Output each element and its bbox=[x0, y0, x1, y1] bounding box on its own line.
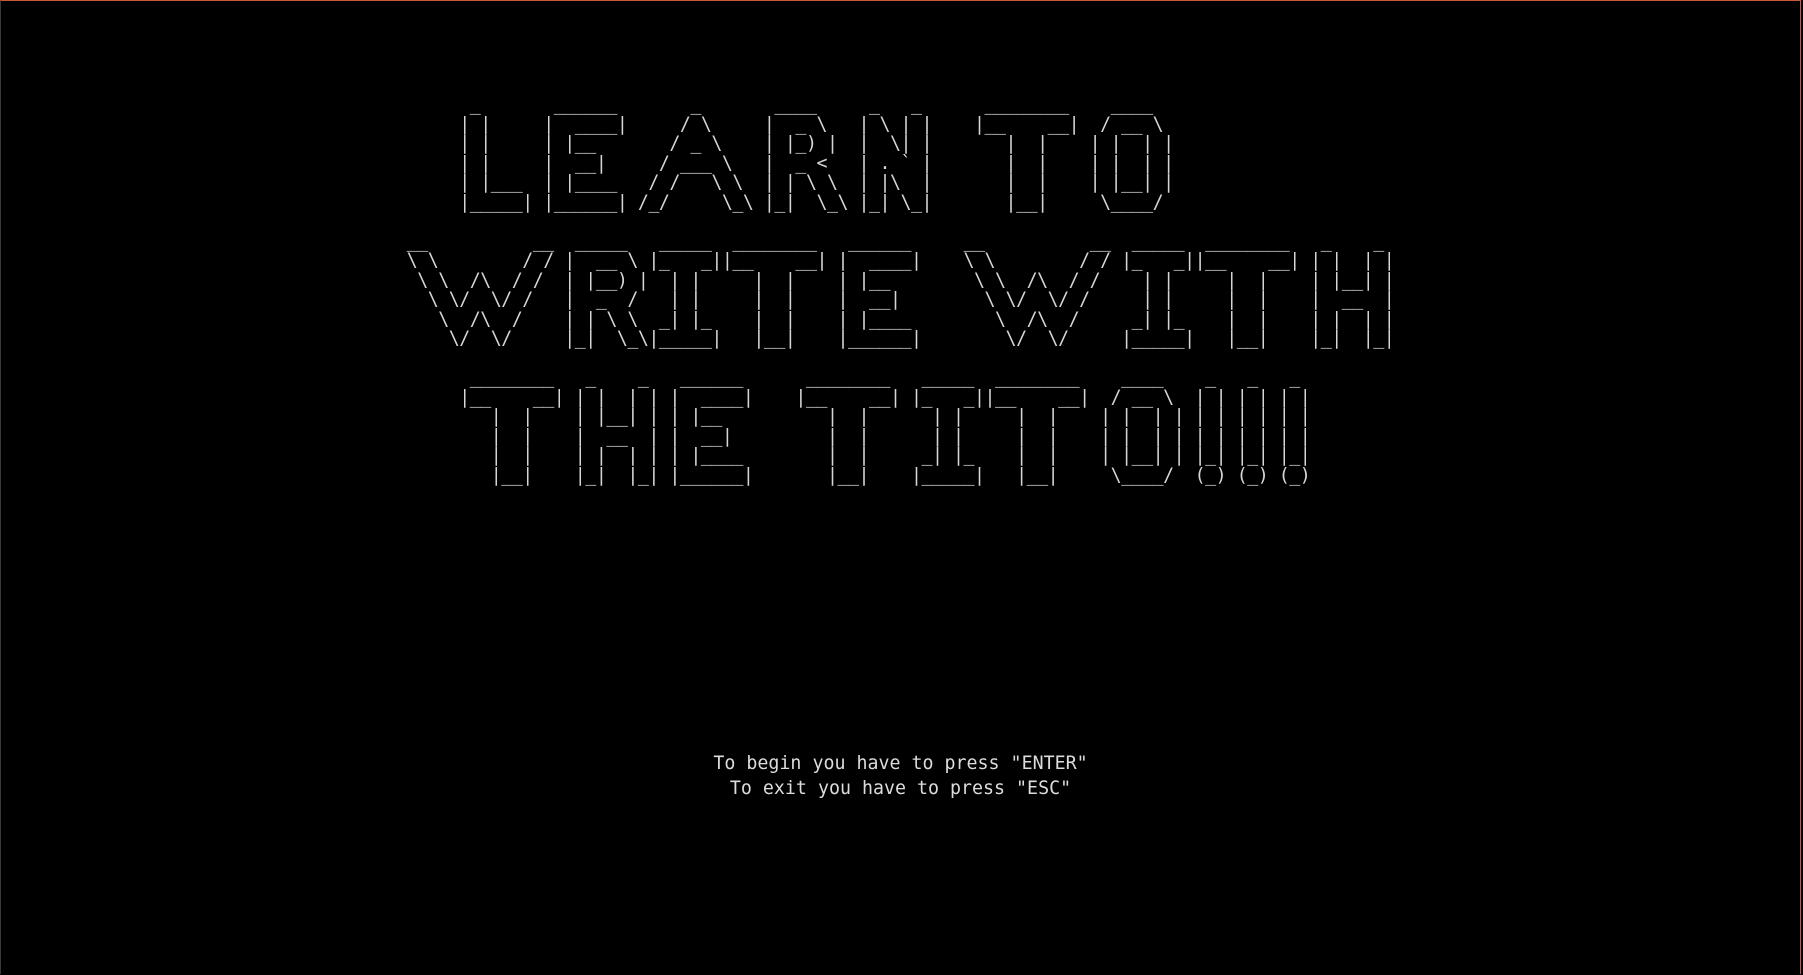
exit-instruction: To exit you have to press "ESC" bbox=[729, 778, 1072, 799]
console-window: _ ______ _ ____ _ _ ________ ____ | | | … bbox=[0, 0, 1801, 974]
instructions: To begin you have to press "ENTER" To ex… bbox=[1, 751, 1800, 801]
begin-instruction: To begin you have to press "ENTER" bbox=[713, 753, 1088, 774]
ascii-title-art: _ ______ _ ____ _ _ ________ ____ | | | … bbox=[406, 94, 1395, 486]
title-banner: _ ______ _ ____ _ _ ________ ____ | | | … bbox=[1, 95, 1800, 485]
